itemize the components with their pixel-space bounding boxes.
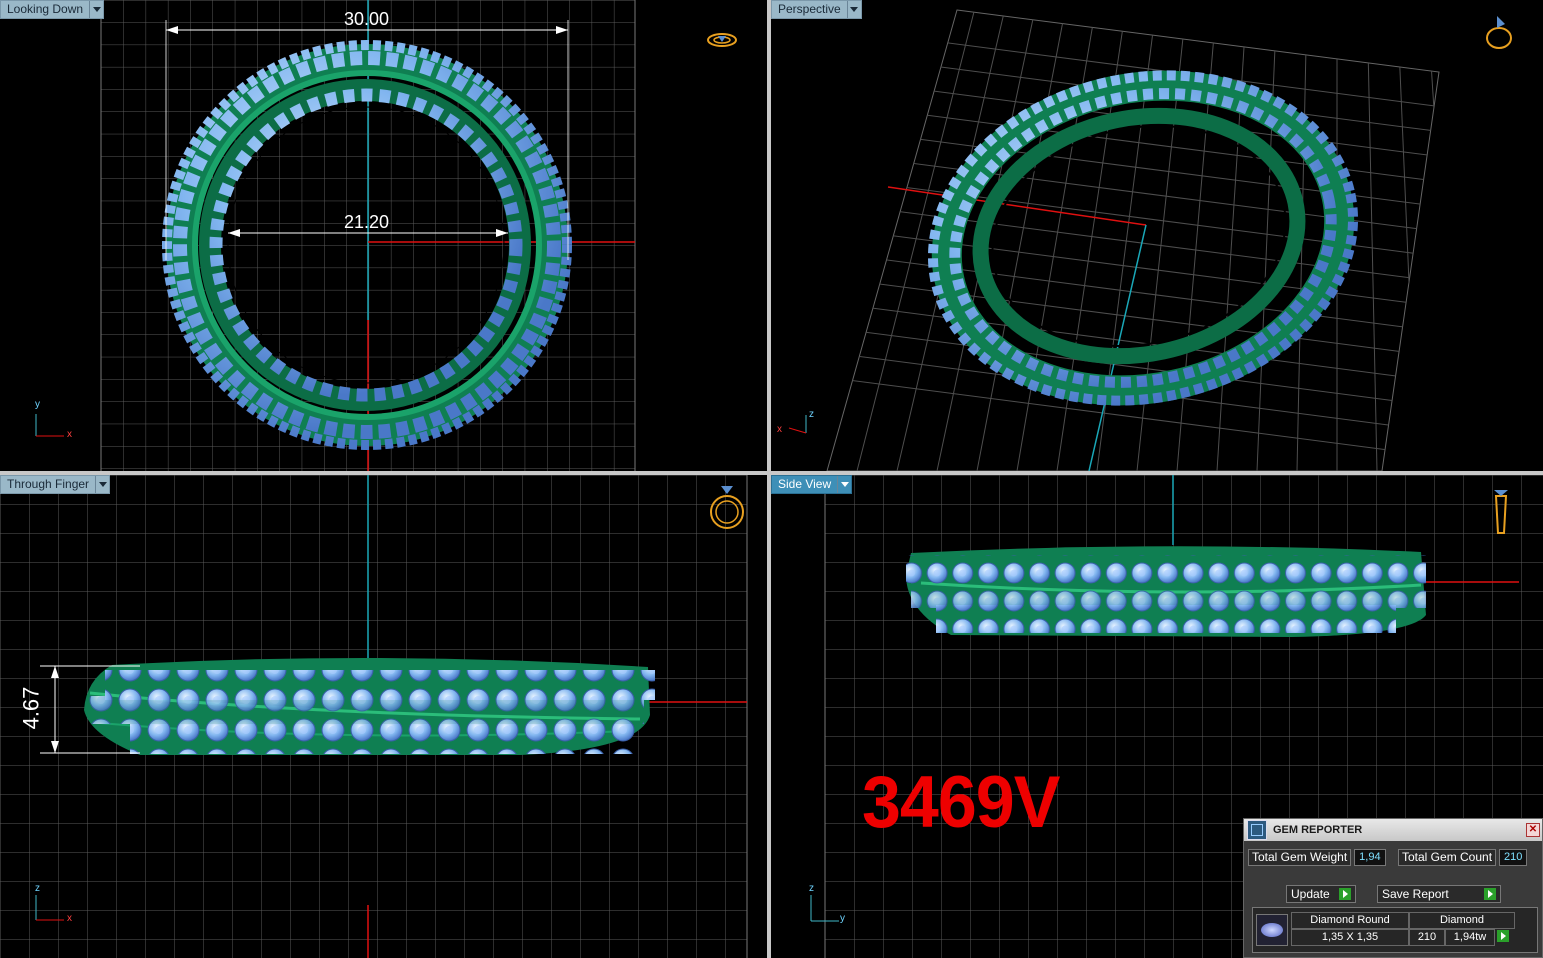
- viewport-label-looking-down[interactable]: Looking Down: [0, 0, 105, 19]
- gem-type: Diamond: [1409, 912, 1515, 929]
- axis-label-z: z: [35, 883, 40, 894]
- axis-label-z: z: [809, 883, 814, 894]
- play-icon: [1339, 888, 1351, 900]
- gem-size: 1,35 X 1,35: [1291, 929, 1409, 946]
- chevron-down-icon[interactable]: [95, 476, 110, 493]
- looking-down-scene: [35, 0, 737, 471]
- model-code: 3469V: [862, 761, 1060, 843]
- gem-reporter-panel: GEM REPORTER ✕ Total Gem Weight 1,94 Tot…: [1243, 818, 1543, 958]
- play-icon[interactable]: [1497, 930, 1509, 942]
- viewport-perspective[interactable]: Perspective z x: [771, 0, 1543, 471]
- viewport-looking-down[interactable]: Looking Down 30.00 21.20 y x: [0, 0, 767, 471]
- viewport-label-text: Looking Down: [7, 2, 84, 16]
- viewport-through-finger[interactable]: Through Finger 4.67 z x: [0, 475, 767, 958]
- update-button-label: Update: [1291, 887, 1330, 901]
- axis-label-x: x: [67, 913, 72, 924]
- viewport-label-text: Side View: [778, 477, 832, 491]
- total-gem-weight-value: 1,94: [1354, 849, 1386, 866]
- chevron-down-icon[interactable]: [837, 476, 852, 493]
- close-icon[interactable]: ✕: [1526, 823, 1540, 837]
- viewport-label-through-finger[interactable]: Through Finger: [0, 475, 111, 494]
- viewport-label-text: Perspective: [778, 2, 841, 16]
- axis-label-y: y: [35, 399, 40, 410]
- gem-name: Diamond Round: [1291, 912, 1409, 929]
- diamond-round-gem-icon: [1256, 914, 1288, 946]
- axis-label-x: x: [777, 424, 782, 435]
- total-gem-count-value: 210: [1499, 849, 1528, 866]
- viewport-label-side-view[interactable]: Side View: [771, 475, 853, 494]
- total-gem-count-row: Total Gem Count 210: [1398, 849, 1528, 866]
- total-gem-count-label: Total Gem Count: [1398, 849, 1497, 866]
- save-report-button-label: Save Report: [1382, 887, 1449, 901]
- gem-list: Diamond Round 1,35 X 1,35 Diamond 210 1,…: [1252, 907, 1538, 953]
- dimension-outer-diameter: 30.00: [344, 9, 390, 29]
- update-button[interactable]: Update: [1286, 885, 1356, 903]
- gem-reporter-titlebar[interactable]: GEM REPORTER ✕: [1244, 819, 1542, 841]
- gem-count: 210: [1409, 929, 1445, 946]
- axis-label-x: x: [67, 429, 72, 440]
- chevron-down-icon[interactable]: [89, 1, 104, 18]
- perspective-scene: [788, 9, 1512, 471]
- dimension-band-width: 4.67: [18, 686, 44, 730]
- dimension-inner-diameter: 21.20: [344, 212, 390, 232]
- axis-label-y: y: [840, 913, 845, 924]
- total-gem-weight-label: Total Gem Weight: [1248, 849, 1352, 866]
- axis-label-z: z: [809, 409, 814, 420]
- chevron-down-icon[interactable]: [846, 1, 861, 18]
- play-icon: [1484, 888, 1496, 900]
- through-finger-scene: [0, 475, 748, 958]
- gem-reporter-title: GEM REPORTER: [1273, 824, 1363, 836]
- total-gem-weight-row: Total Gem Weight 1,94: [1248, 849, 1386, 866]
- gem-reporter-logo-icon: [1247, 820, 1267, 840]
- save-report-button[interactable]: Save Report: [1377, 885, 1501, 903]
- gem-weight: 1,94tw: [1445, 929, 1495, 946]
- viewport-label-perspective[interactable]: Perspective: [771, 0, 862, 19]
- viewport-label-text: Through Finger: [7, 477, 90, 491]
